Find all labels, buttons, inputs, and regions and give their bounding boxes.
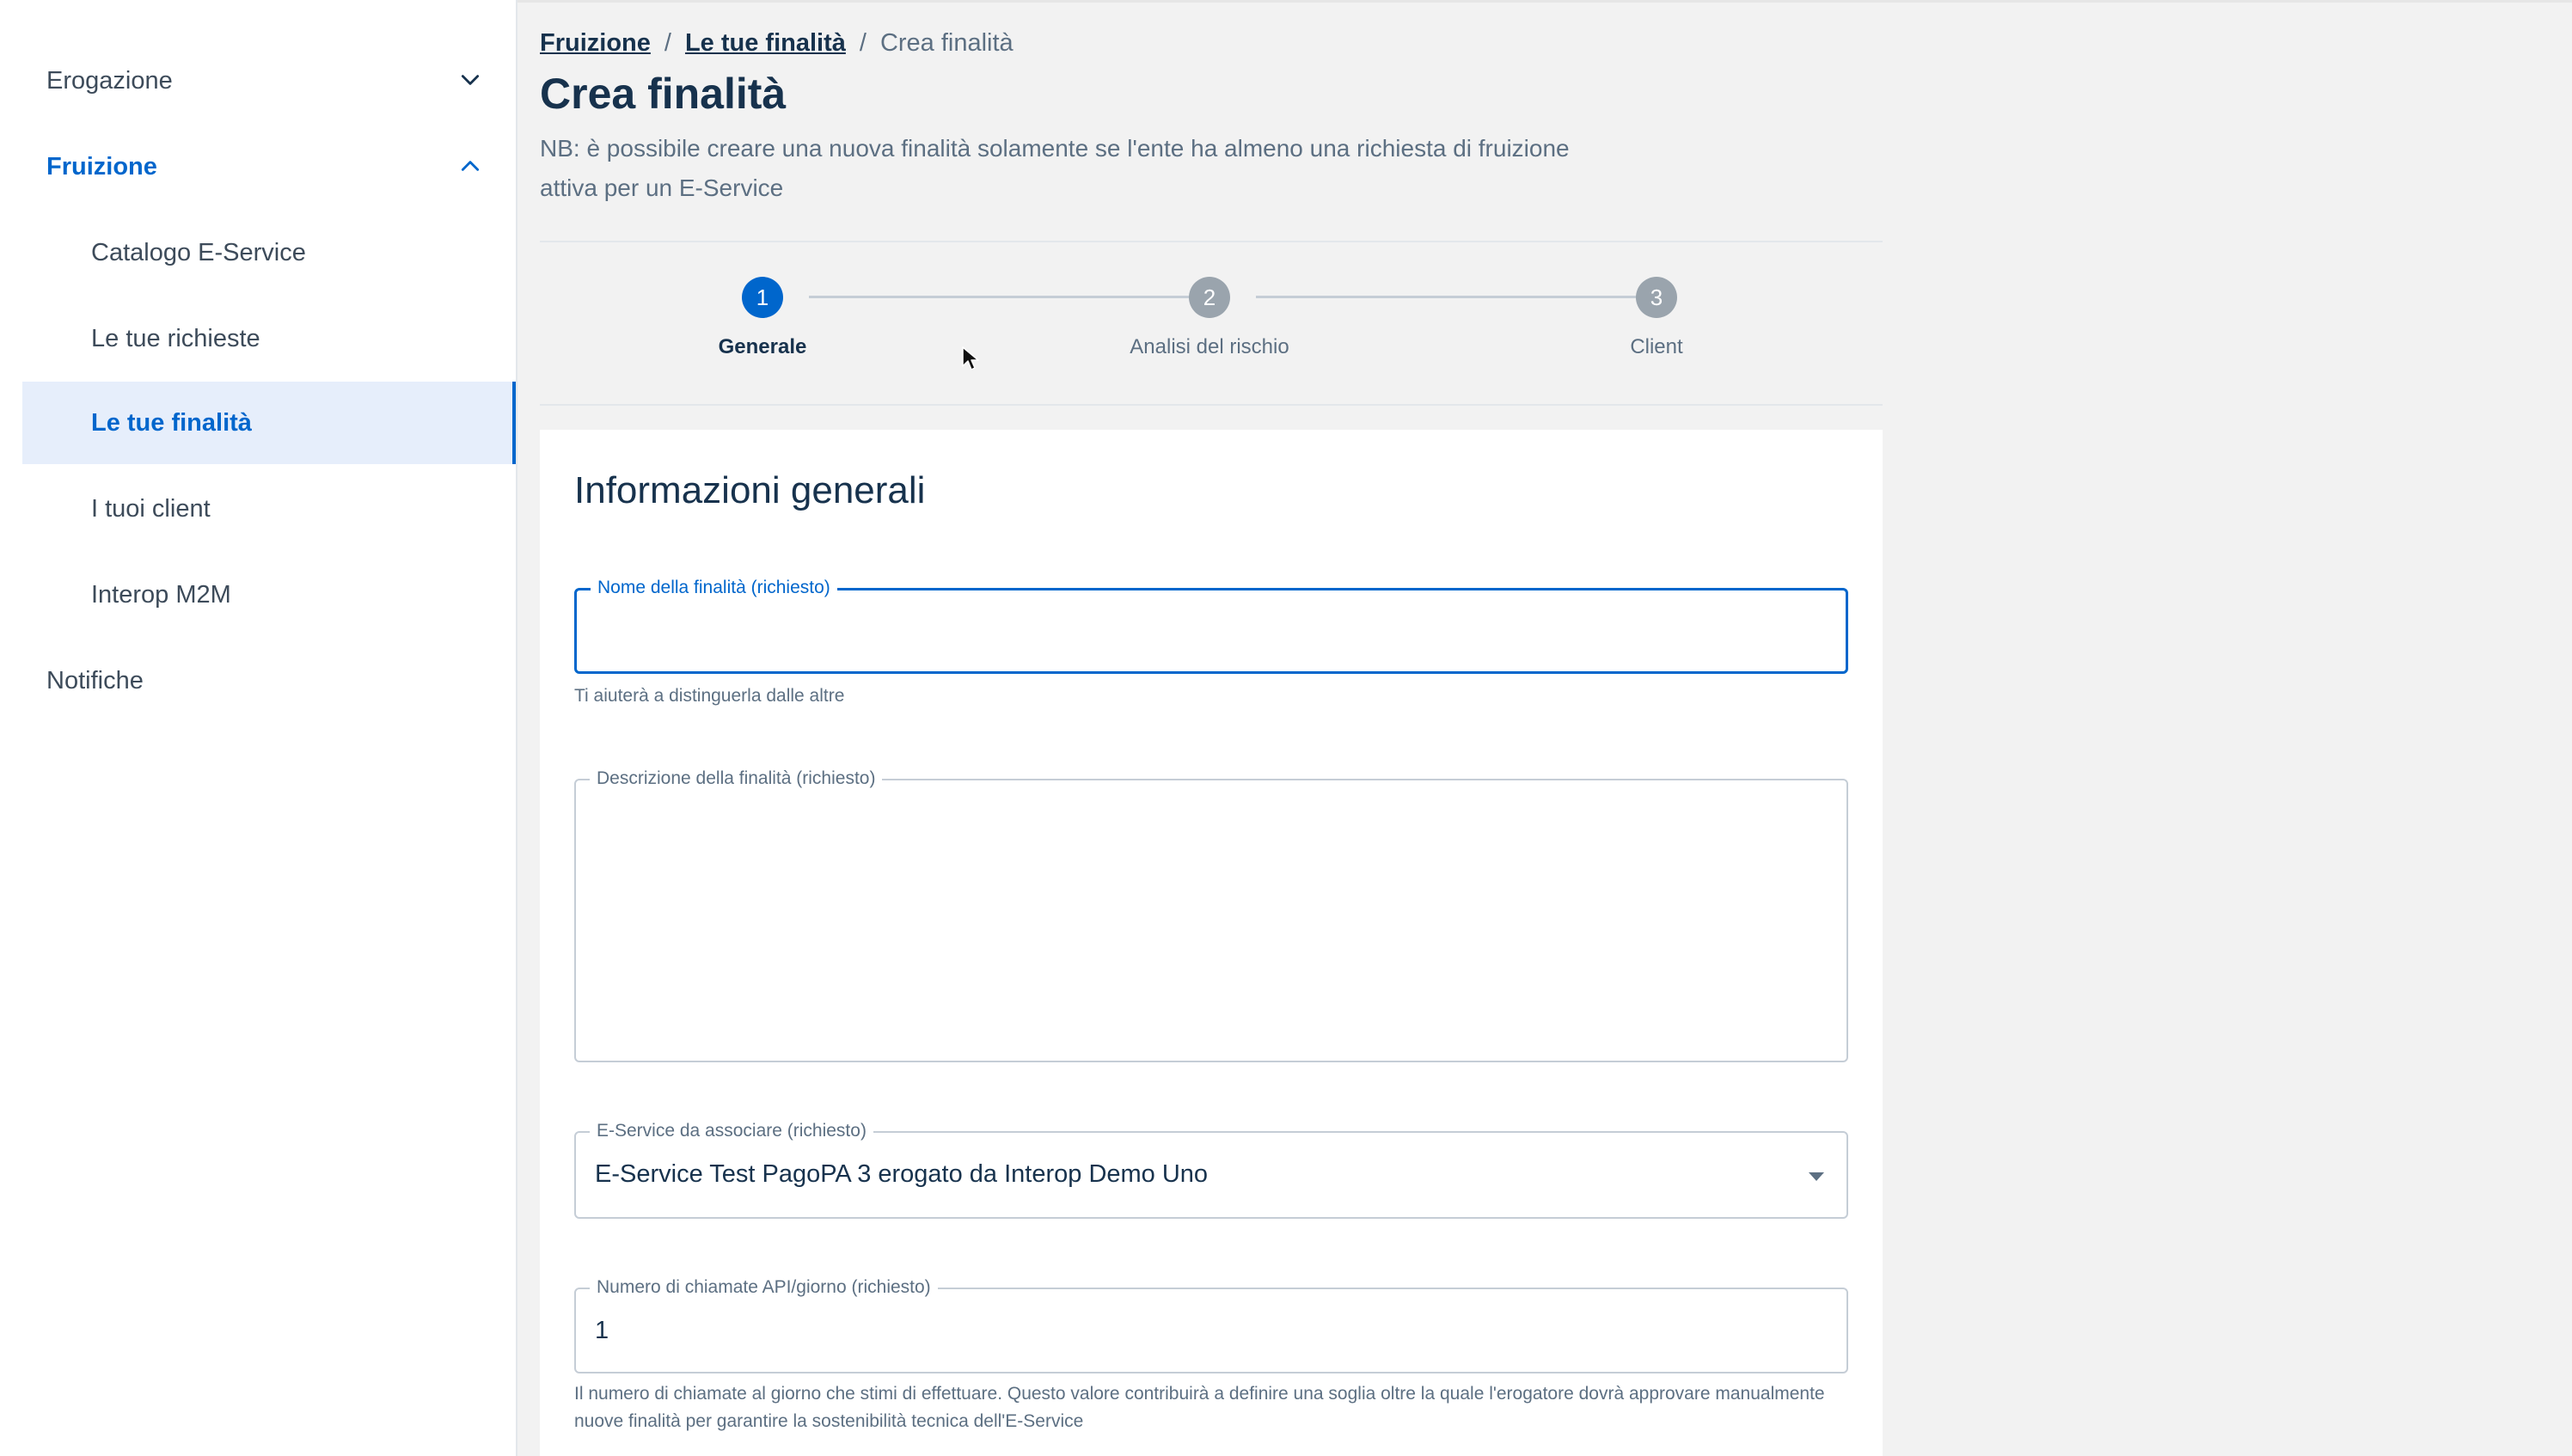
divider (540, 241, 1883, 242)
eservice-selected-value: E-Service Test PagoPA 3 erogato da Inter… (595, 1160, 1209, 1188)
page-title: Crea finalità (540, 70, 787, 118)
breadcrumb: Fruizione / Le tue finalità / Crea finalità (540, 29, 1013, 58)
chevron-up-icon (461, 161, 480, 171)
form-card: Informazioni generali Nome della finalit… (540, 430, 1883, 1456)
divider (540, 404, 1883, 406)
step-label: Client (1630, 335, 1683, 358)
sidebar-item-i-tuoi-client[interactable]: I tuoi client (22, 468, 516, 550)
step-number: 3 (1636, 277, 1677, 318)
breadcrumb-separator: / (859, 29, 867, 57)
stepper: 1 Generale 2 Analisi del rischio 3 Clien… (540, 249, 1883, 404)
sidebar-item-label: Fruizione (46, 152, 157, 180)
step-label: Generale (718, 335, 807, 358)
sidebar-item-le-tue-richieste[interactable]: Le tue richieste (22, 297, 516, 380)
step-client: 3 Client (1528, 277, 1785, 359)
breadcrumb-link-le-tue-finalita[interactable]: Le tue finalità (685, 29, 846, 57)
field-label: Descrizione della finalità (richiesto) (590, 768, 883, 789)
breadcrumb-current: Crea finalità (879, 29, 1013, 57)
field-helper-text: Il numero di chiamate al giorno che stim… (574, 1384, 1825, 1431)
sidebar-item-notifiche[interactable]: Notifiche (22, 639, 516, 722)
sidebar-item-label: Notifiche (46, 666, 144, 694)
api-calls-field[interactable]: Numero di chiamate API/giorno (richiesto… (574, 1277, 1848, 1373)
sidebar-item-fruizione[interactable]: Fruizione (22, 125, 516, 208)
step-number: 1 (742, 277, 783, 318)
field-label: Nome della finalità (richiesto) (591, 578, 837, 598)
breadcrumb-separator: / (664, 29, 671, 57)
step-generale: 1 Generale (634, 277, 891, 359)
breadcrumb-link-fruizione[interactable]: Fruizione (540, 29, 651, 57)
sidebar-item-label: Catalogo E-Service (91, 238, 306, 266)
sidebar-item-catalogo-eservice[interactable]: Catalogo E-Service (22, 211, 516, 294)
field-label: E-Service da associare (richiesto) (590, 1121, 873, 1141)
field-label: Numero di chiamate API/giorno (richiesto… (590, 1277, 938, 1298)
sidebar-item-erogazione[interactable]: Erogazione (22, 40, 516, 122)
step-number: 2 (1189, 277, 1230, 318)
sidebar-item-le-tue-finalita[interactable]: Le tue finalità (22, 382, 516, 464)
sidebar-item-label: I tuoi client (91, 494, 211, 523)
step-label: Analisi del rischio (1130, 335, 1289, 358)
step-analisi-del-rischio: 2 Analisi del rischio (1081, 277, 1338, 359)
sidebar-item-interop-m2m[interactable]: Interop M2M (22, 554, 516, 636)
page-note: NB: è possibile creare una nuova finalit… (540, 135, 1570, 201)
api-calls-input[interactable]: 1 (595, 1317, 1781, 1345)
purpose-name-input[interactable] (596, 616, 1782, 645)
field-helper-text: Ti aiuterà a distinguerla dalle altre (574, 686, 845, 706)
sidebar-item-label: Le tue richieste (91, 324, 260, 352)
eservice-select[interactable]: E-Service da associare (richiesto) E-Ser… (574, 1121, 1848, 1219)
form-title: Informazioni generali (574, 469, 926, 511)
purpose-name-field[interactable]: Nome della finalità (richiesto) (574, 578, 1848, 674)
sidebar-item-label: Le tue finalità (91, 408, 252, 437)
mouse-cursor-icon (962, 346, 979, 370)
sidebar-item-label: Interop M2M (91, 580, 231, 609)
sidebar: Erogazione Fruizione Catalogo E-Service … (0, 0, 517, 1456)
chevron-down-icon (461, 75, 480, 85)
sidebar-item-label: Erogazione (46, 66, 173, 95)
purpose-description-field[interactable]: Descrizione della finalità (richiesto) (574, 768, 1848, 1062)
caret-down-icon[interactable] (1809, 1172, 1824, 1181)
